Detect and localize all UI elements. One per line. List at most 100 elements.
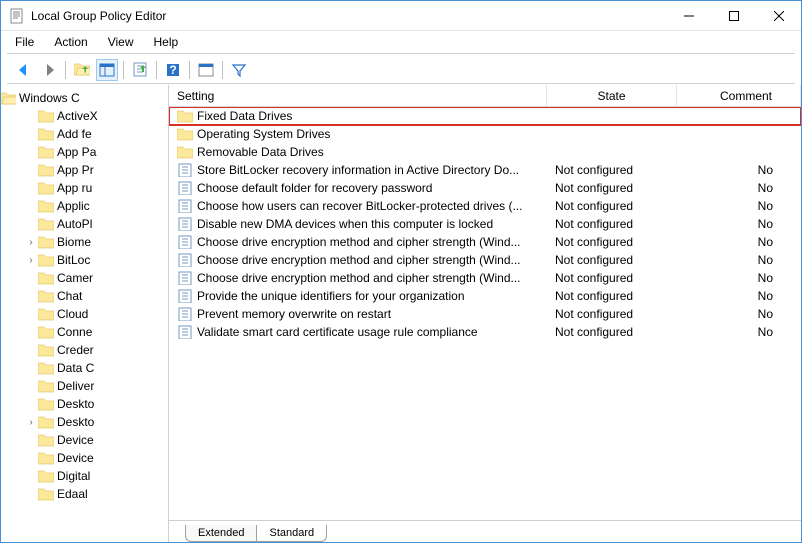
tree-node[interactable]: ›Digital: [1, 467, 168, 485]
window-controls: [666, 1, 801, 30]
tree-node[interactable]: ›Cloud: [1, 305, 168, 323]
forward-button[interactable]: [38, 59, 60, 81]
tree-node[interactable]: ›AutoPl: [1, 215, 168, 233]
setting-label: Choose how users can recover BitLocker-p…: [197, 199, 522, 213]
title-bar: Local Group Policy Editor: [1, 1, 801, 31]
list-row[interactable]: Provide the unique identifiers for your …: [169, 287, 801, 305]
tree-node-label: Deskto: [57, 415, 94, 429]
setting-label: Fixed Data Drives: [197, 109, 292, 123]
state-cell: Not configured: [547, 235, 677, 249]
tree-node[interactable]: ›Camer: [1, 269, 168, 287]
menu-bar: File Action View Help: [1, 31, 801, 53]
policy-icon: [177, 163, 193, 177]
menu-action[interactable]: Action: [46, 33, 95, 51]
tree-node-label: Data C: [57, 361, 94, 375]
tree-node[interactable]: ›Device: [1, 431, 168, 449]
tree-node[interactable]: ›Creder: [1, 341, 168, 359]
comment-cell: No: [677, 217, 801, 231]
svg-text:?: ?: [169, 63, 176, 77]
list-row[interactable]: Choose drive encryption method and ciphe…: [169, 251, 801, 269]
tree-node[interactable]: ›Conne: [1, 323, 168, 341]
list-row[interactable]: Choose drive encryption method and ciphe…: [169, 233, 801, 251]
up-button[interactable]: [71, 59, 93, 81]
state-cell: Not configured: [547, 217, 677, 231]
tree-node[interactable]: ›App Pr: [1, 161, 168, 179]
tree-node-label: Device: [57, 451, 94, 465]
tree-node-label: Biome: [57, 235, 91, 249]
tree-node[interactable]: › Biome: [1, 233, 168, 251]
tree-node[interactable]: ›Deliver: [1, 377, 168, 395]
comment-cell: No: [677, 235, 801, 249]
setting-label: Prevent memory overwrite on restart: [197, 307, 391, 321]
setting-label: Disable new DMA devices when this comput…: [197, 217, 493, 231]
tree-node-label: App Pa: [57, 145, 96, 159]
chevron-right-icon[interactable]: ›: [25, 417, 37, 428]
tree-node[interactable]: › BitLoc: [1, 251, 168, 269]
list-row[interactable]: Fixed Data Drives: [169, 107, 801, 125]
list-row[interactable]: Removable Data Drives: [169, 143, 801, 161]
app-icon: [9, 8, 25, 24]
toolbar-separator: [222, 61, 223, 79]
tree-node[interactable]: ›ActiveX: [1, 107, 168, 125]
tab-extended[interactable]: Extended: [185, 525, 257, 542]
show-hide-tree-button[interactable]: [96, 59, 118, 81]
maximize-button[interactable]: [711, 1, 756, 30]
tree-node[interactable]: › Deskto: [1, 413, 168, 431]
comment-cell: No: [677, 253, 801, 267]
list-row[interactable]: Validate smart card certificate usage ru…: [169, 323, 801, 341]
menu-help[interactable]: Help: [146, 33, 187, 51]
setting-label: Choose drive encryption method and ciphe…: [197, 235, 521, 249]
tree-node[interactable]: ›Data C: [1, 359, 168, 377]
minimize-button[interactable]: [666, 1, 711, 30]
tree-node[interactable]: ›Add fe: [1, 125, 168, 143]
export-button[interactable]: [129, 59, 151, 81]
list-row[interactable]: Operating System Drives: [169, 125, 801, 143]
column-setting[interactable]: Setting: [169, 85, 547, 106]
list-row[interactable]: Choose how users can recover BitLocker-p…: [169, 197, 801, 215]
list-row[interactable]: Disable new DMA devices when this comput…: [169, 215, 801, 233]
tree-node[interactable]: ›Device: [1, 449, 168, 467]
tree-node-label: BitLoc: [57, 253, 90, 267]
setting-label: Choose drive encryption method and ciphe…: [197, 271, 521, 285]
menu-view[interactable]: View: [100, 33, 142, 51]
tree-node[interactable]: ›Chat: [1, 287, 168, 305]
column-state[interactable]: State: [547, 85, 677, 106]
tree-node[interactable]: ›Deskto: [1, 395, 168, 413]
tree-node[interactable]: ›Edaal: [1, 485, 168, 503]
tree-node[interactable]: ›App Pa: [1, 143, 168, 161]
setting-label: Provide the unique identifiers for your …: [197, 289, 465, 303]
toolbar-separator: [123, 61, 124, 79]
tree-node-label: Edaal: [57, 487, 88, 501]
list-row[interactable]: Choose drive encryption method and ciphe…: [169, 269, 801, 287]
filter-button[interactable]: [228, 59, 250, 81]
list-body[interactable]: Fixed Data Drives Operating System Drives…: [169, 107, 801, 520]
comment-cell: No: [677, 199, 801, 213]
back-button[interactable]: [13, 59, 35, 81]
tree-node-label: Cloud: [57, 307, 88, 321]
tree-node[interactable]: ›Applic: [1, 197, 168, 215]
state-cell: Not configured: [547, 325, 677, 339]
menu-file[interactable]: File: [7, 33, 42, 51]
chevron-right-icon[interactable]: ›: [25, 237, 37, 248]
comment-cell: No: [677, 307, 801, 321]
policy-icon: [177, 235, 193, 249]
properties-button[interactable]: [195, 59, 217, 81]
tree-node-label: App ru: [57, 181, 92, 195]
tree-pane[interactable]: ⌄Windows C›ActiveX›Add fe›App Pa›App Pr›…: [1, 85, 169, 542]
comment-cell: No: [677, 163, 801, 177]
help-button[interactable]: ?: [162, 59, 184, 81]
close-button[interactable]: [756, 1, 801, 30]
chevron-right-icon[interactable]: ›: [25, 255, 37, 266]
tree-node-label: Chat: [57, 289, 82, 303]
list-row[interactable]: Prevent memory overwrite on restartNot c…: [169, 305, 801, 323]
tree-root-node[interactable]: ⌄Windows C: [1, 89, 168, 107]
tab-standard[interactable]: Standard: [257, 525, 327, 542]
content-pane: Setting State Comment Fixed Data Drives O…: [169, 85, 801, 542]
list-row[interactable]: Choose default folder for recovery passw…: [169, 179, 801, 197]
comment-cell: No: [677, 289, 801, 303]
toolbar-separator: [65, 61, 66, 79]
tree-node[interactable]: ›App ru: [1, 179, 168, 197]
policy-icon: [177, 307, 193, 321]
list-row[interactable]: Store BitLocker recovery information in …: [169, 161, 801, 179]
column-comment[interactable]: Comment: [677, 85, 801, 106]
